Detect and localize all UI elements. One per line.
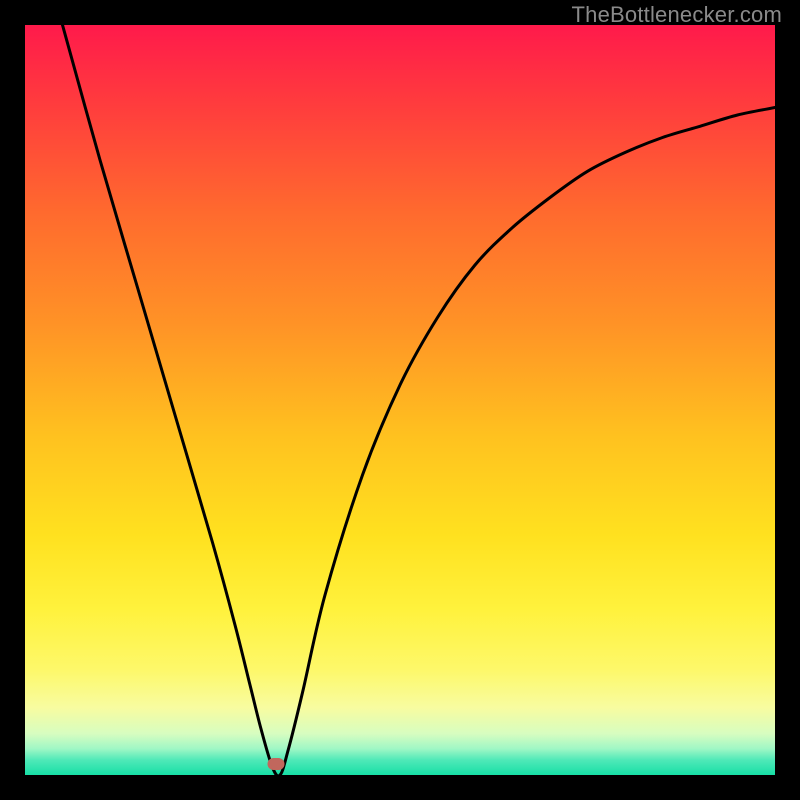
bottleneck-curve-path [63, 25, 776, 775]
plot-area [25, 25, 775, 775]
optimum-marker [268, 758, 285, 770]
curve-svg [25, 25, 775, 775]
chart-frame: TheBottlenecker.com [0, 0, 800, 800]
